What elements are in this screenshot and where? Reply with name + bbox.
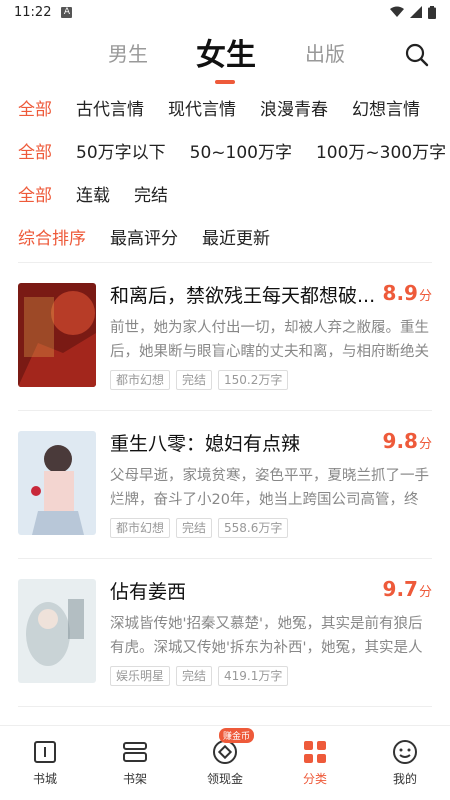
- book-score: 9.8分: [382, 429, 432, 453]
- tab-earn-cash[interactable]: 赚金币 领现金: [180, 726, 270, 800]
- category-icon: [304, 741, 326, 763]
- tab-label: 书架: [122, 772, 147, 786]
- earn-coins-badge: 赚金币: [219, 728, 255, 743]
- notification-icon: A: [61, 6, 73, 18]
- filter-fantasy-romance[interactable]: 幻想言情: [352, 95, 420, 120]
- book-tag-genre: 娱乐明星: [110, 666, 171, 686]
- book-item[interactable]: 佔有姜西 9.7分 深城皆传她'招秦又慕楚'，她冤，其实是前有狼后有虎。深城又传…: [18, 559, 432, 707]
- sort-recent[interactable]: 最近更新: [202, 224, 270, 249]
- tab-category[interactable]: 分类: [270, 726, 360, 800]
- book-tag-status: 完结: [176, 518, 213, 538]
- filter-romantic-youth[interactable]: 浪漫青春: [260, 95, 328, 120]
- book-icon: [34, 741, 56, 763]
- book-description: 深城皆传她'招秦又慕楚'，她冤，其实是前有狼后有虎。深城又传她'拆东为补西'，她…: [110, 616, 423, 656]
- book-title[interactable]: 和离后，禁欲残王每天都想破...: [110, 281, 378, 308]
- filter-row-status: 全部 连载 完结: [18, 172, 450, 215]
- tab-publish[interactable]: 出版: [305, 38, 345, 67]
- book-cover[interactable]: [18, 579, 96, 683]
- book-tag-wordcount: 150.2万字: [218, 370, 289, 390]
- search-icon[interactable]: [404, 42, 430, 68]
- book-tag-wordcount: 558.6万字: [218, 518, 289, 538]
- filter-row-category: 全部 古代言情 现代言情 浪漫青春 幻想言情: [18, 86, 450, 129]
- book-score: 8.9分: [382, 281, 432, 305]
- top-nav: 男生 女生 出版: [0, 24, 450, 86]
- bookshelf-icon: [123, 742, 147, 762]
- book-cover[interactable]: [18, 283, 96, 387]
- tab-male[interactable]: 男生: [108, 38, 148, 67]
- filter-length-all[interactable]: 全部: [18, 138, 52, 163]
- book-item[interactable]: 和离后，禁欲残王每天都想破... 8.9分 前世，她为家人付出一切，却被人弃之敝…: [18, 263, 432, 411]
- book-tag-genre: 都市幻想: [110, 370, 171, 390]
- filter-panel: 全部 古代言情 现代言情 浪漫青春 幻想言情 全部 50万字以下 50~100万…: [0, 86, 450, 258]
- tab-label: 分类: [302, 772, 327, 786]
- filter-status-all[interactable]: 全部: [18, 181, 52, 206]
- filter-length-100-300[interactable]: 100万~300万字: [316, 138, 446, 163]
- filter-all[interactable]: 全部: [18, 95, 52, 120]
- tab-label: 领现金: [206, 772, 243, 786]
- book-tag-genre: 都市幻想: [110, 518, 171, 538]
- smile-icon: [393, 740, 417, 764]
- tab-bookshelf[interactable]: 书架: [90, 726, 180, 800]
- signal-icon: [410, 6, 422, 18]
- book-item[interactable]: 重生八零：媳妇有点辣 9.8分 父母早逝，家境贫寒，姿色平平，夏晓兰抓了一手烂牌…: [18, 411, 432, 559]
- book-tag-status: 完结: [176, 370, 213, 390]
- status-time: 11:22: [14, 4, 52, 20]
- filter-row-sort: 综合排序 最高评分 最近更新: [18, 215, 450, 258]
- book-title[interactable]: 佔有姜西: [110, 577, 378, 604]
- book-cover[interactable]: [18, 431, 96, 535]
- book-list: 和离后，禁欲残王每天都想破... 8.9分 前世，她为家人付出一切，却被人弃之敝…: [0, 263, 450, 707]
- sort-top-rated[interactable]: 最高评分: [110, 224, 178, 249]
- tab-female[interactable]: 女生: [196, 30, 256, 74]
- book-description: 父母早逝，家境贫寒，姿色平平，夏晓兰抓了一手烂牌，奋斗了小20年，她当上跨国公司…: [110, 468, 429, 508]
- tab-mine[interactable]: 我的: [360, 726, 450, 800]
- book-score: 9.7分: [382, 577, 432, 601]
- book-tag-wordcount: 419.1万字: [218, 666, 289, 686]
- filter-ancient-romance[interactable]: 古代言情: [76, 95, 144, 120]
- tab-label: 我的: [392, 772, 417, 786]
- bottom-tab-bar: 书城 书架 赚金币 领现金 分类 我的: [0, 725, 450, 800]
- filter-length-under-50[interactable]: 50万字以下: [76, 138, 166, 163]
- wifi-icon: [390, 6, 404, 17]
- status-bar: 11:22 A: [0, 0, 450, 24]
- book-title[interactable]: 重生八零：媳妇有点辣: [110, 429, 378, 456]
- filter-ongoing[interactable]: 连载: [76, 181, 110, 206]
- filter-modern-romance[interactable]: 现代言情: [168, 95, 236, 120]
- sort-overall[interactable]: 综合排序: [18, 224, 86, 249]
- book-tag-status: 完结: [176, 666, 213, 686]
- battery-icon: [428, 5, 436, 19]
- book-description: 前世，她为家人付出一切，却被人弃之敝履。重生后，她果断与眼盲心瞎的丈夫和离，与相…: [110, 320, 429, 360]
- tab-label: 书城: [32, 772, 57, 786]
- active-tab-indicator: [215, 80, 235, 84]
- filter-finished[interactable]: 完结: [134, 181, 168, 206]
- filter-length-50-100[interactable]: 50~100万字: [190, 138, 292, 163]
- filter-row-length: 全部 50万字以下 50~100万字 100万~300万字: [18, 129, 450, 172]
- tab-bookstore[interactable]: 书城: [0, 726, 90, 800]
